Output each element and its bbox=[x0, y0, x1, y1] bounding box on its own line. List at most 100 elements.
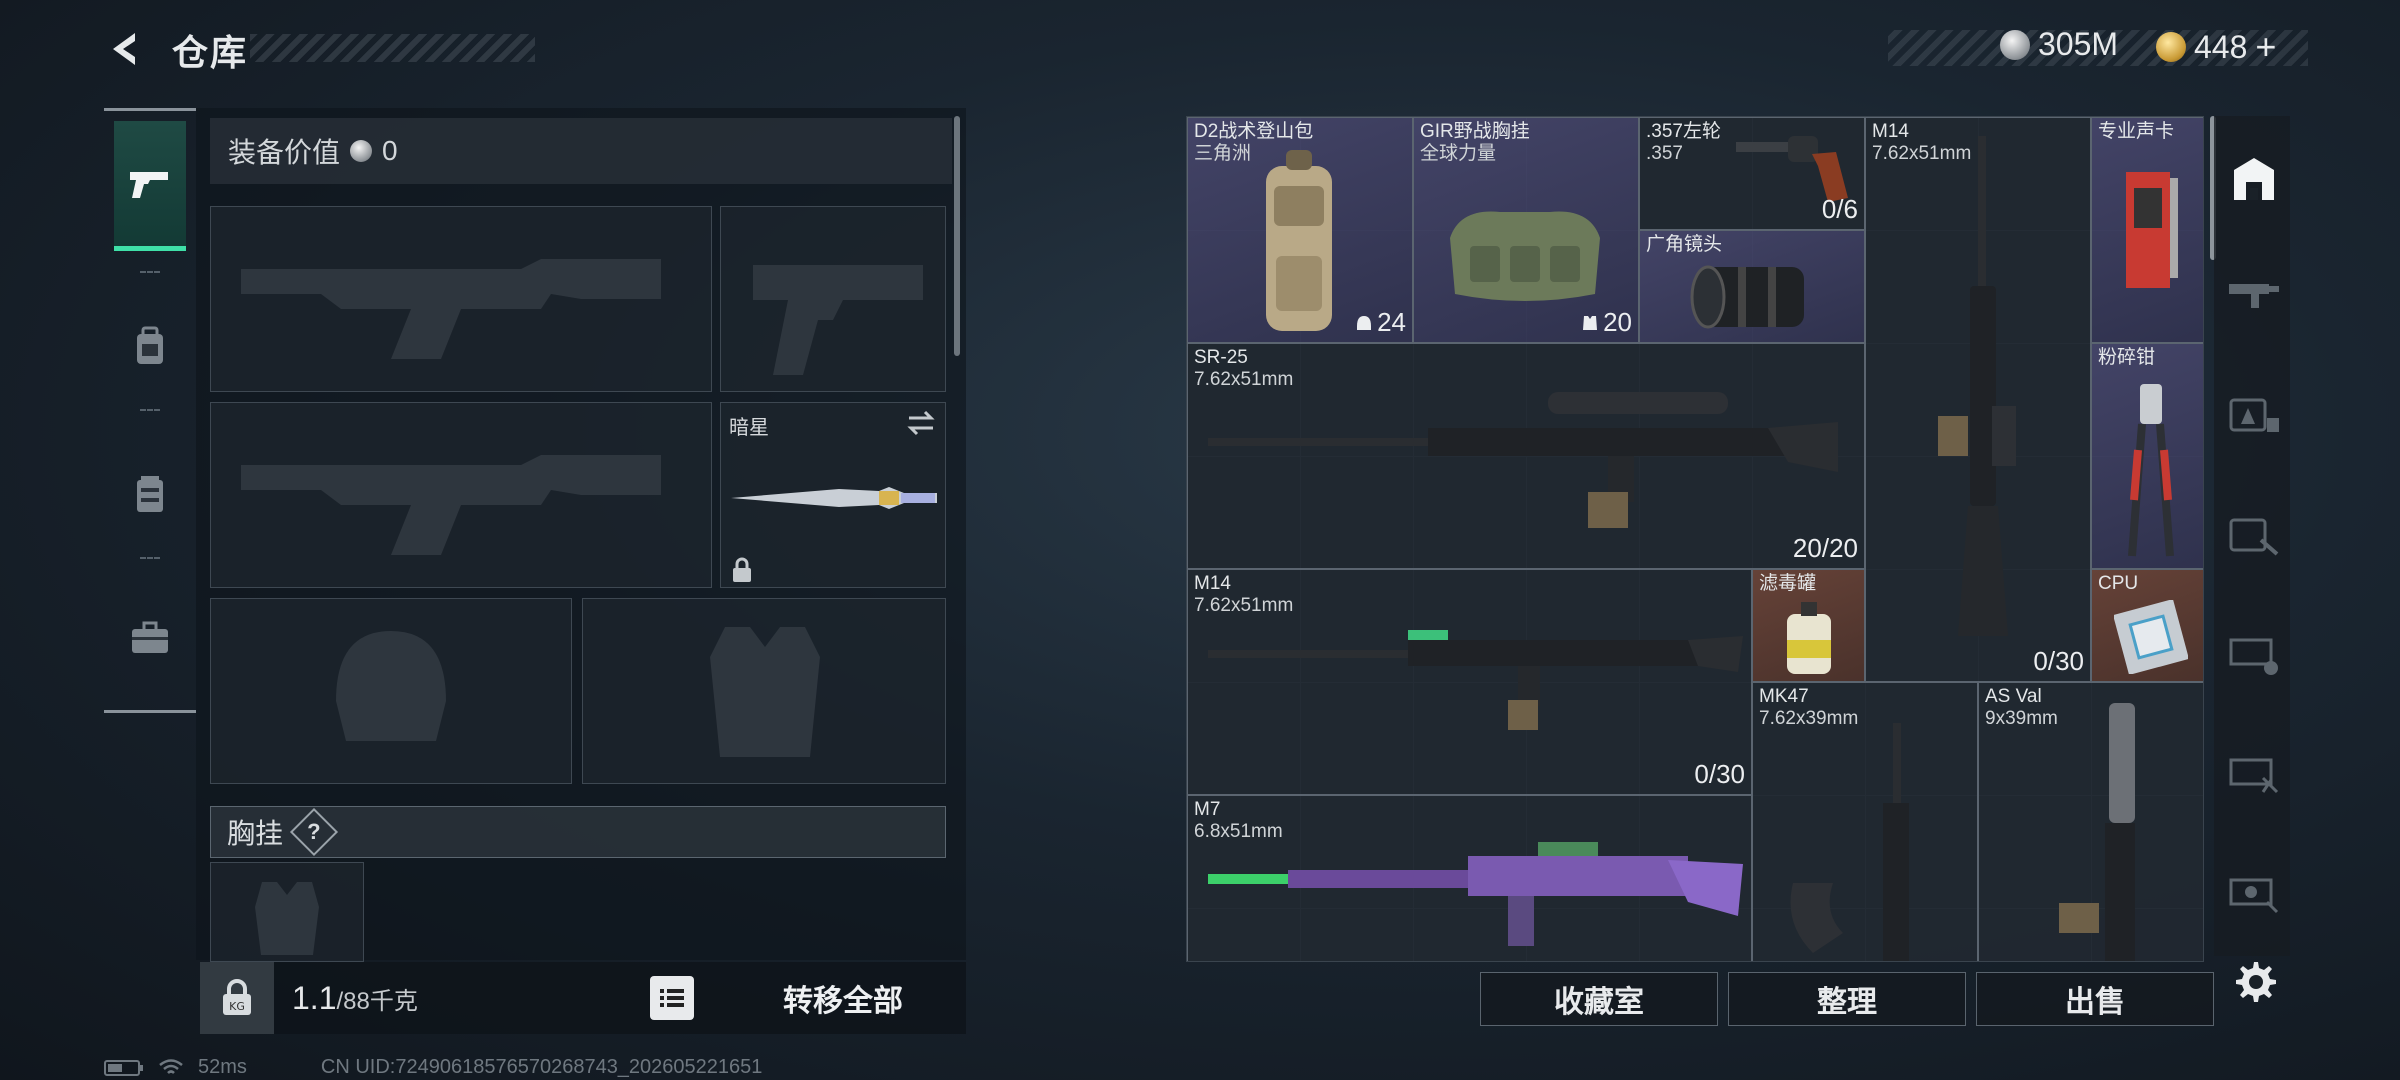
tab-backpack[interactable] bbox=[114, 281, 186, 411]
swap-icon bbox=[907, 410, 935, 436]
tab-tools-filter[interactable] bbox=[2226, 508, 2282, 564]
rifle-image-icon bbox=[1208, 630, 1743, 730]
item-m7[interactable]: M7 6.8x51mm bbox=[1187, 795, 1752, 961]
item-pliers[interactable]: 粉碎钳 bbox=[2091, 343, 2203, 569]
item-name: 粉碎钳 bbox=[2098, 347, 2156, 368]
divider bbox=[140, 557, 160, 561]
organize-button[interactable]: 整理 bbox=[1728, 972, 1966, 1026]
chest-rig-label: 胸挂 bbox=[227, 818, 284, 849]
item-sub: 全球力量 bbox=[1420, 143, 1497, 164]
item-count: 0/6 bbox=[1821, 194, 1858, 224]
rifle-filter-icon bbox=[2229, 284, 2279, 308]
secondary-weapon-slot[interactable] bbox=[210, 402, 712, 588]
tab-equipment-filter[interactable] bbox=[2226, 388, 2282, 444]
pistol-slot[interactable] bbox=[720, 206, 946, 392]
silver-amount: 305M bbox=[2038, 26, 2119, 62]
silver-coin-icon bbox=[2000, 29, 2030, 60]
item-name: 滤毒罐 bbox=[1759, 573, 1817, 594]
pliers-image-icon bbox=[2128, 384, 2174, 557]
item-filter[interactable]: 滤毒罐 bbox=[1752, 569, 1865, 682]
rifle-image-icon bbox=[2059, 703, 2135, 961]
item-m14-horizontal[interactable]: M14 7.62x51mm 0/30 bbox=[1187, 569, 1752, 795]
list-view-button[interactable] bbox=[650, 976, 694, 1020]
silver-currency: 305M bbox=[2000, 26, 2118, 63]
divider bbox=[140, 409, 160, 413]
item-count-value: 24 bbox=[1377, 307, 1406, 337]
item-count: 24 bbox=[1355, 307, 1406, 338]
sell-button[interactable]: 出售 bbox=[1976, 972, 2214, 1026]
tab-valuables-filter[interactable] bbox=[2226, 868, 2282, 924]
helmet-slot[interactable] bbox=[210, 598, 572, 784]
gold-coin-icon bbox=[2156, 32, 2186, 62]
cpu-image-icon bbox=[2114, 600, 2188, 674]
lens-image-icon bbox=[1690, 265, 1804, 329]
collection-room-button[interactable]: 收藏室 bbox=[1480, 972, 1718, 1026]
backpack-icon bbox=[137, 326, 163, 364]
item-m14-vertical[interactable]: M14 7.62x51mm 0/30 bbox=[1865, 117, 2091, 682]
loadout-scrollbar[interactable] bbox=[954, 116, 960, 356]
item-count: 0/30 bbox=[2033, 646, 2084, 676]
weight-lock-button[interactable]: KG bbox=[200, 962, 274, 1034]
melee-slot[interactable]: 暗星 bbox=[720, 402, 946, 588]
melee-name: 暗星 bbox=[729, 417, 769, 439]
item-count-value: 20 bbox=[1603, 307, 1632, 337]
back-button[interactable] bbox=[100, 24, 150, 74]
item-cpu[interactable]: CPU bbox=[2091, 569, 2203, 682]
page-title: 仓库 bbox=[172, 32, 249, 73]
weight-max: /88千克 bbox=[336, 988, 418, 1015]
ping-text: 52ms bbox=[198, 1056, 247, 1078]
item-name: MK47 bbox=[1759, 686, 1809, 707]
item-sub: .357 bbox=[1646, 143, 1683, 164]
tab-warehouse[interactable] bbox=[2226, 150, 2282, 206]
tab-ammo-filter[interactable] bbox=[2226, 628, 2282, 684]
item-sound-card[interactable]: 专业声卡 bbox=[2091, 117, 2203, 343]
title-decoration bbox=[250, 34, 535, 62]
item-count: 20/20 bbox=[1792, 533, 1858, 563]
primary-weapon-slot[interactable] bbox=[210, 206, 712, 392]
item-lens[interactable]: 广角镜头 bbox=[1639, 230, 1865, 343]
tab-misc-filter[interactable] bbox=[2226, 748, 2282, 804]
svg-text:KG: KG bbox=[229, 1000, 245, 1013]
transfer-all-button[interactable]: 转移全部 bbox=[720, 962, 966, 1034]
item-count: 20 bbox=[1581, 307, 1632, 338]
item-name: M14 bbox=[1194, 573, 1231, 594]
gold-currency[interactable]: 448 + bbox=[2156, 26, 2276, 68]
vest-silhouette-icon bbox=[255, 882, 319, 955]
chest-rig-slot[interactable] bbox=[210, 862, 364, 962]
help-button[interactable]: ? bbox=[289, 807, 339, 857]
item-name: CPU bbox=[2098, 573, 2139, 594]
add-currency-button[interactable]: + bbox=[2255, 26, 2276, 68]
item-name: M7 bbox=[1194, 799, 1221, 820]
item-name: SR-25 bbox=[1194, 347, 1248, 368]
filter-image-icon bbox=[1787, 602, 1831, 674]
item-chest-rig[interactable]: GIR野战胸挂 全球力量 20 bbox=[1413, 117, 1639, 343]
item-asval[interactable]: AS Val 9x39mm bbox=[1978, 682, 2203, 961]
chest-rig-header: 胸挂 ? bbox=[210, 806, 946, 858]
status-bar: 52ms CN UID:72490618576570268743_2026052… bbox=[104, 1056, 762, 1079]
item-name: 专业声卡 bbox=[2098, 121, 2175, 142]
settings-button[interactable] bbox=[2226, 952, 2282, 1008]
weight-lock-icon: KG bbox=[223, 979, 251, 1015]
item-revolver[interactable]: .357左轮 .357 0/6 bbox=[1639, 117, 1865, 230]
item-name: .357左轮 bbox=[1646, 121, 1721, 142]
item-mk47[interactable]: MK47 7.62x39mm bbox=[1752, 682, 1978, 961]
gold-amount: 448 bbox=[2194, 28, 2248, 65]
pistol-icon bbox=[130, 171, 168, 198]
divider bbox=[140, 271, 160, 275]
weight-current: 1.1 bbox=[292, 980, 337, 1016]
pistol-silhouette-icon bbox=[753, 265, 923, 375]
tab-case[interactable] bbox=[114, 573, 186, 703]
armor-slot[interactable] bbox=[582, 598, 946, 784]
tab-weapon-filter[interactable] bbox=[2226, 266, 2282, 322]
rifle-image-icon bbox=[1938, 136, 2016, 636]
item-backpack[interactable]: D2战术登山包 三角洲 24 bbox=[1187, 117, 1413, 343]
item-name: M14 bbox=[1872, 121, 1909, 142]
tab-storage[interactable] bbox=[114, 429, 186, 559]
storage-grid: D2战术登山包 三角洲 24 GIR野战胸挂 全球力量 20 .357左轮 .3… bbox=[1186, 116, 2204, 962]
back-arrow-icon bbox=[113, 33, 135, 65]
tab-weapons[interactable] bbox=[114, 121, 186, 251]
item-name: D2战术登山包 bbox=[1194, 121, 1314, 142]
category-tabs bbox=[104, 108, 196, 713]
item-sub: 三角洲 bbox=[1194, 143, 1252, 164]
item-sr25[interactable]: SR-25 7.62x51mm 20/20 bbox=[1187, 343, 1865, 569]
